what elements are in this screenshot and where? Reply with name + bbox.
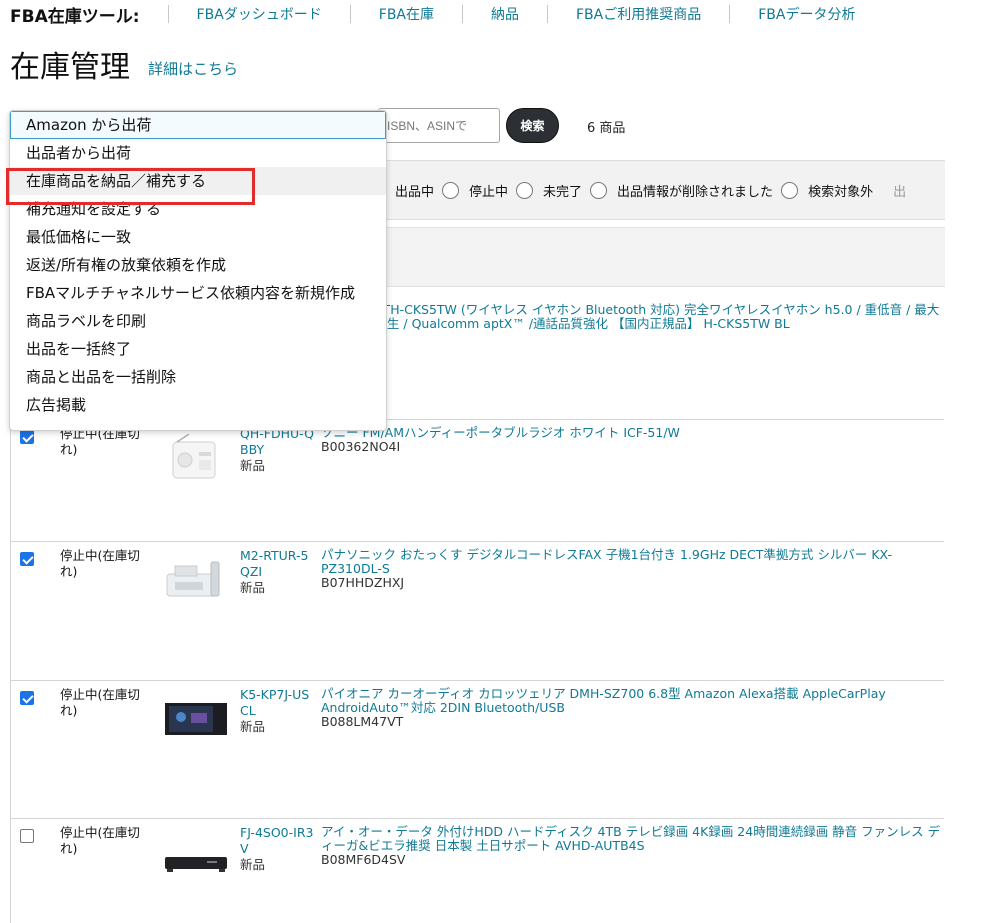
annotation-highlight-box [6,168,255,205]
filter-label: 出品情報が削除されました [617,184,774,200]
page-title: 在庫管理 [10,50,130,85]
nav-link-fba-inventory[interactable]: FBA在庫 [379,4,434,24]
asin: B00362NO4I [321,439,401,454]
product-name-link[interactable]: ソニー FM/AMハンディーポータブルラジオ ホワイト ICF-51/W B00… [321,426,943,454]
dropdown-option-ship-from-seller[interactable]: 出品者から出荷 [10,139,386,167]
fba-tool-label: FBA在庫ツール: [10,6,140,27]
filter-label: 検索対象外 [808,184,874,200]
dropdown-option-advertise[interactable]: 広告掲載 [10,391,386,419]
asin: B07HHDZHXJ [321,575,405,590]
nav-divider [167,5,169,23]
radio-button[interactable] [590,181,608,199]
item-condition: 新品 [240,719,266,734]
sku-link[interactable]: FJ-4SO0-IR3V 新品 [240,825,316,873]
filter-overflow-text: 出 [893,184,907,200]
asin: B088LM47VT [321,714,404,729]
item-condition: 新品 [240,580,266,595]
result-count: 6 商品 [587,121,626,136]
row-checkbox[interactable] [20,430,34,444]
filter-label: 出品中 [395,184,435,200]
listing-status: 停止中(在庫切れ) [60,687,140,718]
filter-incomplete[interactable]: 未完了 [543,181,617,200]
dropdown-option-create-mcf-order[interactable]: FBAマルチチャネルサービス依頼内容を新規作成 [10,279,386,307]
nav-divider [547,5,548,23]
radio-button[interactable] [781,181,799,199]
table-row: 停止中(在庫切れ) FJ-4SO0-IR3V 新品 アイ・オー・データ 外付けH… [10,819,944,923]
asin: B08MF6D4SV [321,852,406,867]
status-filter-bar: 出品中 停止中 未完了 出品情報が削除されました 検索対象外 出 [385,160,945,220]
product-thumbnail[interactable] [163,833,229,881]
product-name-link[interactable]: パナソニック おたっくす デジタルコードレスFAX 子機1台付き 1.9GHz … [321,548,943,590]
product-name-link[interactable]: パイオニア カーオーディオ カロッツェリア DMH-SZ700 6.8型 Ama… [321,687,943,729]
nav-link-fba-analytics[interactable]: FBAデータ分析 [758,4,855,24]
item-condition: 新品 [240,857,266,872]
nav-link-fba-recommended[interactable]: FBAご利用推奨商品 [576,4,701,24]
table-row: 停止中(在庫切れ) QH-FDHU-QBBY 新品 ソニー FM/AMハンディー… [10,420,944,542]
product-thumbnail[interactable] [163,434,229,482]
product-thumbnail[interactable] [163,556,229,604]
action-dropdown-menu[interactable]: Amazon から出荷 出品者から出荷 在庫商品を納品／補充する 補充通知を設定… [9,110,387,431]
item-condition: 新品 [240,458,266,473]
asin: PCV [321,331,943,345]
dropdown-option-match-lowest-price[interactable]: 最低価格に一致 [10,223,386,251]
row-checkbox[interactable] [20,691,34,705]
details-link[interactable]: 詳細はこちら [148,58,238,79]
sku: K5-KP7J-USCL [240,687,310,718]
product-name: パイオニア カーオーディオ カロッツェリア DMH-SZ700 6.8型 Ama… [321,686,886,715]
sku-link[interactable]: QH-FDHU-QBBY 新品 [240,426,316,474]
nav-link-fba-dashboard[interactable]: FBAダッシュボード [197,4,322,24]
dropdown-option-print-labels[interactable]: 商品ラベルを印刷 [10,307,386,335]
search-button[interactable]: 検索 [506,108,559,143]
product-name: アイ・オー・データ 外付けHDD ハードディスク 4TB テレビ録画 4K録画 … [321,824,941,853]
search-input[interactable] [378,108,500,143]
radio-button[interactable] [516,181,534,199]
listing-status: 停止中(在庫切れ) [60,548,140,579]
filter-suppressed[interactable]: 検索対象外 [808,181,873,200]
nav-divider [349,5,351,23]
nav-divider [729,5,731,23]
filter-label: 停止中 [469,184,509,200]
nav-link-shipments[interactable]: 納品 [491,4,519,24]
nav-divider [462,5,463,23]
product-name-link[interactable]: アイ・オー・データ 外付けHDD ハードディスク 4TB テレビ録画 4K録画 … [321,825,943,867]
table-header [385,227,945,287]
product-name: パナソニック おたっくす デジタルコードレスFAX 子機1台付き 1.9GHz … [321,547,892,576]
product-name-link[interactable]: テクニカ ATH-CKS5TW (ワイヤレス イヤホン Bluetooth 対応… [321,303,943,345]
filter-label: 未完了 [543,184,583,200]
dropdown-option-delete-products[interactable]: 商品と出品を一括削除 [10,363,386,391]
sku-link[interactable]: M2-RTUR-5QZI 新品 [240,548,316,596]
sku: FJ-4SO0-IR3V [240,825,314,856]
table-row: 停止中(在庫切れ) M2-RTUR-5QZI 新品 パナソニック おたっくす デ… [10,542,944,681]
table-row: 停止中(在庫切れ) K5-KP7J-USCL 新品 パイオニア カーオーディオ … [10,681,944,819]
sku: M2-RTUR-5QZI [240,548,309,579]
listing-status: 停止中(在庫切れ) [60,825,140,856]
filter-inactive[interactable]: 停止中 [469,181,543,200]
sku-link[interactable]: K5-KP7J-USCL 新品 [240,687,316,735]
dropdown-option-close-listings[interactable]: 出品を一括終了 [10,335,386,363]
row-checkbox[interactable] [20,829,34,843]
product-name: テクニカ ATH-CKS5TW (ワイヤレス イヤホン Bluetooth 対応… [321,302,940,331]
product-thumbnail[interactable] [163,695,229,743]
dropdown-option-ship-from-amazon[interactable]: Amazon から出荷 [10,111,386,139]
radio-button[interactable] [442,181,460,199]
fba-tool-nav: FBA在庫ツール: FBAダッシュボード FBA在庫 納品 FBAご利用推奨商品… [10,0,855,28]
dropdown-option-create-removal-order[interactable]: 返送/所有権の放棄依頼を作成 [10,251,386,279]
filter-deleted[interactable]: 出品情報が削除されました [617,181,808,200]
row-checkbox[interactable] [20,552,34,566]
filter-active[interactable]: 出品中 [395,181,469,200]
